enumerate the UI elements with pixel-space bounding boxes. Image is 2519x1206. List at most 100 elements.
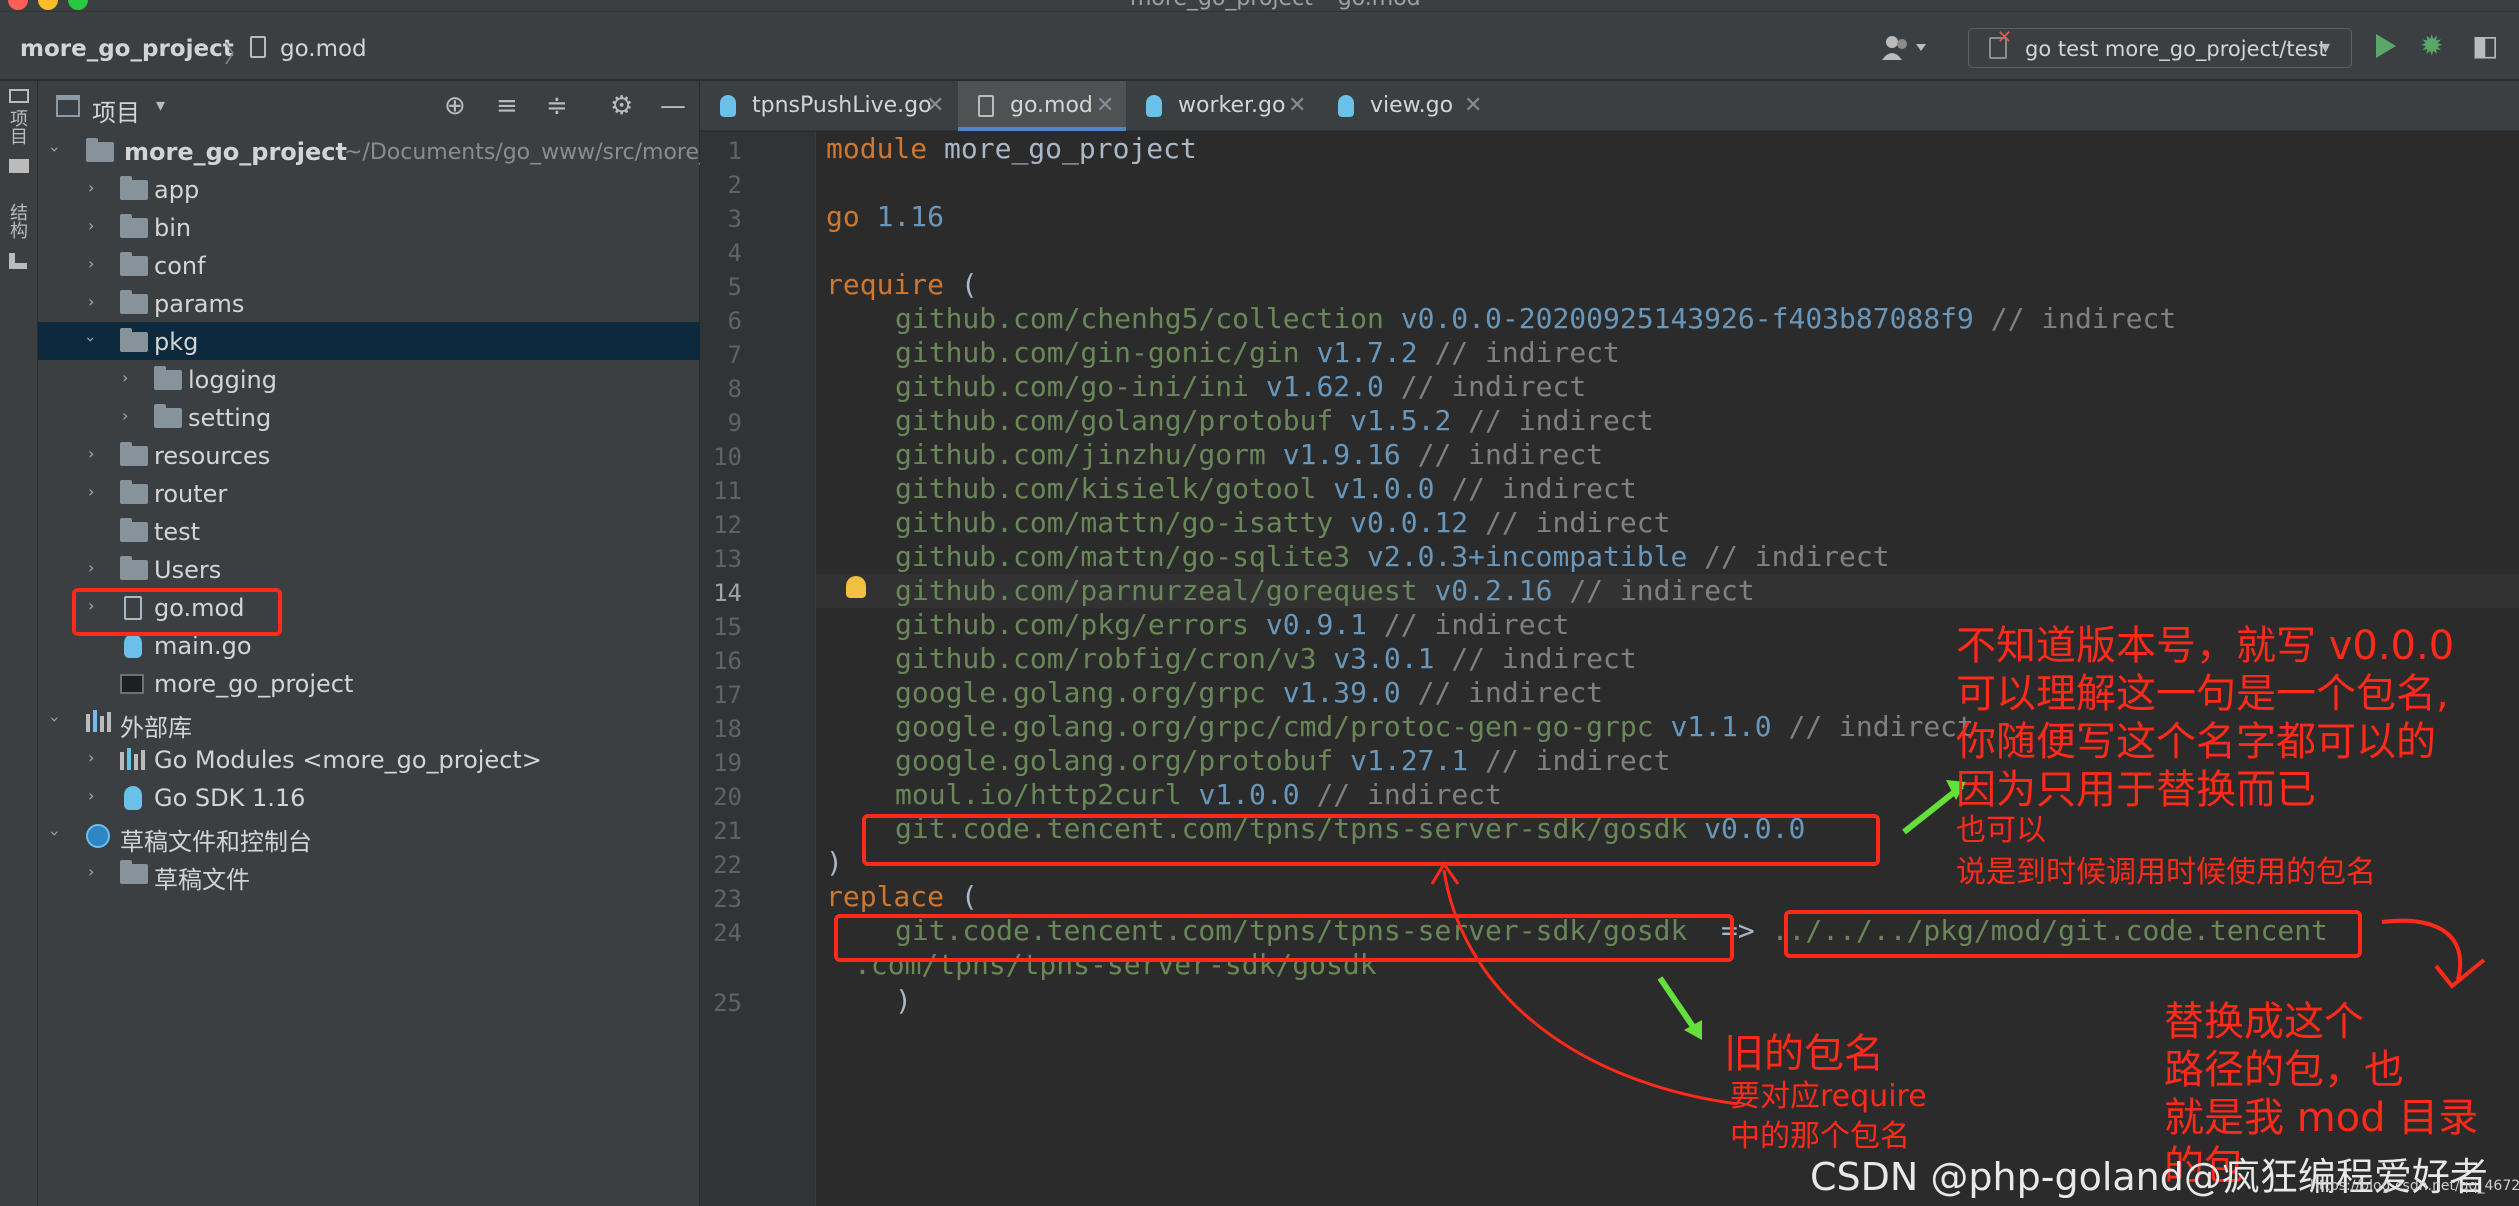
tree-item-setting[interactable]: › setting	[38, 398, 700, 436]
folder-icon	[120, 480, 148, 504]
tree-item-resources[interactable]: › resources	[38, 436, 700, 474]
tab-view-go[interactable]: view.go ✕	[1318, 81, 1494, 131]
tree-item-external-libraries[interactable]: › 外部库	[38, 702, 700, 742]
gear-icon[interactable]: ⚙	[610, 91, 633, 121]
collapse-all-icon[interactable]: ≑	[546, 91, 568, 121]
tool-tab-structure[interactable]: 结构	[4, 203, 30, 239]
line-number: 13	[713, 545, 742, 573]
tree-item-go-modules[interactable]: › Go Modules <more_go_project>	[38, 740, 700, 778]
locate-icon[interactable]: ⊕	[444, 91, 466, 121]
collapsed-arrow-icon[interactable]: ›	[88, 178, 94, 197]
package-path: github.com/mattn/go-isatty	[895, 506, 1334, 539]
tree-item-root[interactable]: › more_go_project ~/Documents/go_www/src…	[38, 132, 700, 170]
collapsed-arrow-icon[interactable]: ›	[88, 482, 94, 501]
tree-item-test[interactable]: test	[38, 512, 700, 550]
code-line-22: )	[826, 846, 843, 880]
minimize-panel-icon[interactable]: —	[660, 91, 686, 121]
tree-item-binary[interactable]: more_go_project	[38, 664, 700, 702]
expanded-arrow-icon[interactable]: ›	[46, 146, 65, 152]
tree-item-params[interactable]: › params	[38, 284, 700, 322]
tree-item-path: ~/Documents/go_www/src/more_go_project	[344, 140, 700, 165]
comment: // indirect	[1451, 472, 1637, 505]
collapsed-arrow-icon[interactable]: ›	[122, 406, 128, 425]
tree-item-scratch-files[interactable]: › 草稿文件	[38, 854, 700, 894]
collapsed-arrow-icon[interactable]: ›	[88, 216, 94, 235]
tree-item-router[interactable]: › router	[38, 474, 700, 512]
tab-go-mod[interactable]: go.mod ✕	[958, 81, 1126, 131]
package-path: github.com/jinzhu/gorm	[895, 438, 1266, 471]
breadcrumb-file[interactable]: go.mod	[280, 36, 367, 62]
go-gopher-icon	[720, 95, 736, 117]
tree-item-conf[interactable]: › conf	[38, 246, 700, 284]
tree-item-users[interactable]: › Users	[38, 550, 700, 588]
collapsed-arrow-icon[interactable]: ›	[88, 558, 94, 577]
tab-worker-go[interactable]: worker.go ✕	[1126, 81, 1318, 131]
line-number: 22	[713, 851, 742, 879]
expanded-arrow-icon[interactable]: ›	[82, 336, 101, 342]
go-gopher-icon	[1146, 95, 1162, 117]
tree-item-bin[interactable]: › bin	[38, 208, 700, 246]
comment: // indirect	[1417, 676, 1604, 709]
package-version: v1.27.1	[1350, 744, 1469, 777]
close-icon[interactable]: ✕	[926, 93, 944, 118]
package-version: v1.5.2	[1350, 404, 1452, 437]
line-number: 8	[727, 375, 742, 403]
breadcrumb-project[interactable]: more_go_project	[20, 36, 234, 62]
chevron-down-icon[interactable]: ▾	[156, 95, 165, 116]
require-line: moul.io/http2curl v1.0.0 // indirect	[895, 778, 1502, 812]
close-icon[interactable]: ✕	[1096, 93, 1114, 118]
folder-icon	[154, 404, 182, 428]
tab-tpnspushlive-go[interactable]: tpnsPushLive.go ✕	[700, 81, 958, 131]
collapsed-arrow-icon[interactable]: ›	[88, 254, 94, 273]
require-line: github.com/jinzhu/gorm v1.9.16 // indire…	[895, 438, 1603, 472]
expanded-arrow-icon[interactable]: ›	[46, 830, 65, 836]
user-account-icon[interactable]	[1880, 34, 1932, 62]
line-number: 19	[713, 749, 742, 777]
collapsed-arrow-icon[interactable]: ›	[88, 292, 94, 311]
go-version: 1.16	[876, 200, 945, 233]
package-version: v1.7.2	[1316, 336, 1418, 369]
debug-bug-icon[interactable]: ✹	[2420, 32, 2443, 60]
tree-item-pkg[interactable]: › pkg	[38, 322, 700, 360]
close-window-button[interactable]	[8, 0, 28, 10]
tree-item-app[interactable]: › app	[38, 170, 700, 208]
folder-icon	[120, 176, 148, 200]
minimize-window-button[interactable]	[38, 0, 58, 10]
collapsed-arrow-icon[interactable]: ›	[88, 786, 94, 805]
line-number: 9	[727, 409, 742, 437]
line-number: 10	[713, 443, 742, 471]
expand-all-icon[interactable]: ≡	[496, 91, 518, 121]
tool-tab-project[interactable]: 项目	[4, 109, 30, 145]
coverage-icon[interactable]: ◧	[2472, 32, 2498, 60]
tree-item-logging[interactable]: › logging	[38, 360, 700, 398]
tree-item-scratches[interactable]: › 草稿文件和控制台	[38, 816, 700, 856]
mod-file-icon	[978, 95, 994, 117]
run-configuration-selector[interactable]: ✕ go test more_go_project/test ▾	[1968, 27, 2352, 68]
package-path: github.com/pkg/errors	[895, 608, 1250, 641]
zoom-window-button[interactable]	[68, 0, 88, 10]
lightbulb-intention-icon[interactable]	[846, 576, 866, 598]
tree-item-go-sdk[interactable]: › Go SDK 1.16	[38, 778, 700, 816]
tree-item-label: more_go_project	[154, 670, 354, 698]
project-tool-icon[interactable]	[9, 89, 29, 103]
library-icon	[120, 748, 146, 770]
line-number: 23	[713, 885, 742, 913]
open-paren: (	[960, 268, 978, 301]
collapsed-arrow-icon[interactable]: ›	[88, 444, 94, 463]
project-panel-title[interactable]: 项目	[92, 93, 140, 128]
expanded-arrow-icon[interactable]: ›	[46, 716, 65, 722]
run-icon[interactable]	[2376, 34, 2396, 58]
package-path: github.com/gin-gonic/gin	[895, 336, 1300, 369]
collapsed-arrow-icon[interactable]: ›	[88, 748, 94, 767]
tree-item-label: app	[154, 176, 200, 204]
line-number: 6	[727, 307, 742, 335]
close-icon[interactable]: ✕	[1288, 93, 1306, 118]
package-version: v2.0.3+incompatible	[1367, 540, 1688, 573]
collapsed-arrow-icon[interactable]: ›	[88, 862, 94, 881]
structure-icon	[9, 253, 27, 269]
close-icon[interactable]: ✕	[1464, 93, 1482, 118]
tree-item-label: more_go_project	[124, 138, 347, 166]
line-number: 3	[727, 205, 742, 233]
collapsed-arrow-icon[interactable]: ›	[122, 368, 128, 387]
require-line: github.com/parnurzeal/gorequest v0.2.16 …	[895, 574, 1755, 608]
